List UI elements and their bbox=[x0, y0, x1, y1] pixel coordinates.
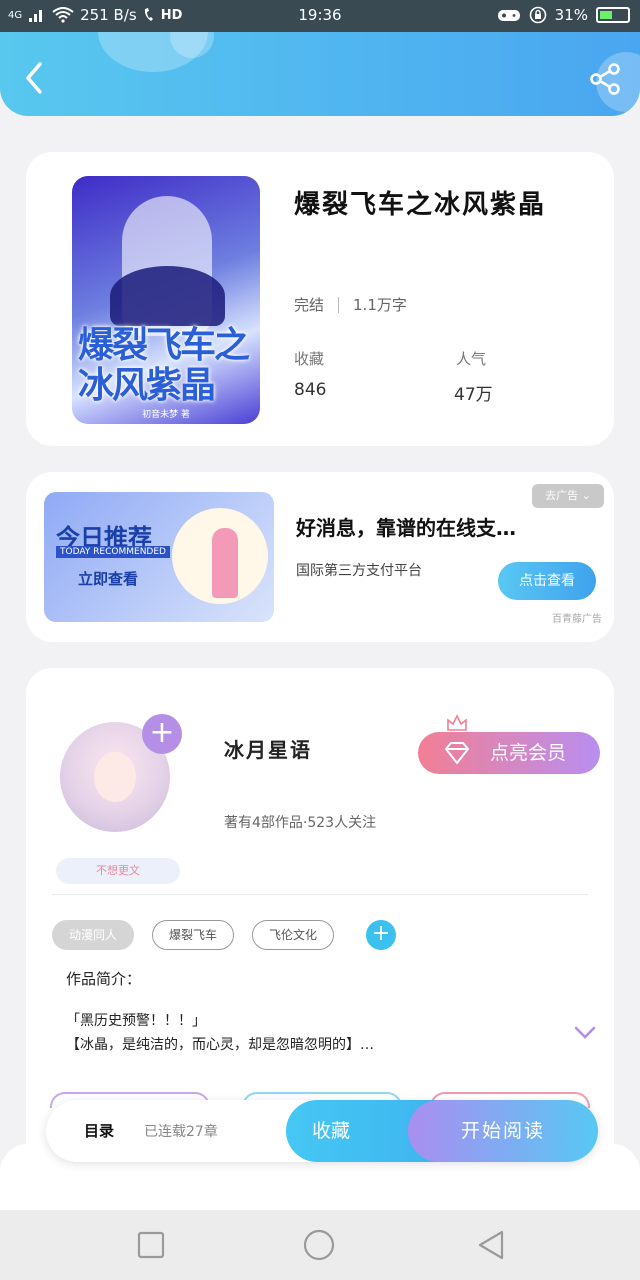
chevron-down-icon: ⌄ bbox=[581, 489, 591, 502]
favorites-label: 收藏 bbox=[294, 350, 325, 368]
cover-author: 初音未梦 著 bbox=[142, 410, 190, 420]
intro-text: 「黑历史预警！！！」 bbox=[66, 1013, 206, 1029]
battery-percent: 31% bbox=[554, 6, 588, 24]
vip-button-label: 点亮会员 bbox=[490, 742, 567, 764]
triangle-back-icon[interactable] bbox=[474, 1228, 508, 1262]
ad-view-button[interactable]: 点击查看 bbox=[498, 562, 596, 600]
vip-button[interactable]: 点亮会员 bbox=[418, 732, 600, 774]
circle-icon[interactable] bbox=[302, 1228, 336, 1262]
tag-list: 动漫同人 爆裂飞车 飞伦文化 + bbox=[52, 920, 397, 950]
word-count: 1.1万字 bbox=[353, 296, 407, 314]
intro-text: 【冰晶，是纯洁的，而心灵，却是忽暗忽明的】… bbox=[66, 1037, 374, 1053]
popularity-value: 47万 bbox=[454, 385, 493, 405]
avatar-face bbox=[94, 752, 136, 802]
toc-button[interactable]: 目录 bbox=[84, 1120, 114, 1141]
intro-label: 作品简介： bbox=[66, 970, 142, 988]
chevron-left-icon[interactable] bbox=[18, 60, 54, 96]
divider bbox=[52, 894, 588, 895]
book-status: 完结 bbox=[294, 296, 325, 314]
author-stats: 著有4部作品·523人关注 bbox=[224, 815, 377, 831]
ad-image-cta: 立即查看 bbox=[78, 570, 139, 588]
tag-item[interactable]: 动漫同人 bbox=[52, 920, 135, 950]
ad-image-figure bbox=[212, 528, 238, 598]
add-tag-button[interactable]: + bbox=[366, 920, 397, 950]
gamepad-icon bbox=[497, 10, 520, 21]
remove-ad-label: 去广告 bbox=[545, 489, 579, 502]
divider bbox=[338, 296, 340, 313]
chapter-count: 已连载27章 bbox=[144, 1124, 218, 1140]
ad-source: 百青藤广告 bbox=[552, 614, 602, 625]
tag-item[interactable]: 飞伦文化 bbox=[252, 920, 335, 950]
ad-image[interactable]: 今日推荐 TODAY RECOMMENDED 立即查看 bbox=[44, 492, 274, 622]
lock-rotation-icon bbox=[529, 6, 546, 24]
chevron-down-icon[interactable] bbox=[574, 1026, 596, 1040]
share-icon[interactable] bbox=[588, 62, 622, 96]
crown-icon bbox=[447, 714, 467, 731]
cover-dress bbox=[110, 266, 225, 326]
diamond-icon bbox=[445, 742, 469, 764]
bottom-action-bar: 目录 已连载27章 收藏 开始阅读 bbox=[46, 1100, 598, 1162]
cover-title: 爆裂飞车之冰风紫晶 bbox=[78, 325, 250, 406]
start-reading-button[interactable]: 开始阅读 bbox=[408, 1100, 598, 1162]
tag-item[interactable]: 爆裂飞车 bbox=[152, 920, 235, 950]
top-header bbox=[0, 32, 640, 116]
remove-ad-button[interactable]: 去广告 ⌄ bbox=[532, 484, 604, 508]
ad-card[interactable]: 今日推荐 TODAY RECOMMENDED 立即查看 去广告 ⌄ 好消息，靠谱… bbox=[26, 472, 614, 642]
ad-subtitle: 国际第三方支付平台 bbox=[296, 563, 422, 579]
book-info-card: 爆裂飞车之冰风紫晶 初音未梦 著 爆裂飞车之冰风紫晶 完结 1.1万字 收藏 8… bbox=[26, 152, 614, 446]
book-title: 爆裂飞车之冰风紫晶 bbox=[294, 190, 547, 220]
square-icon[interactable] bbox=[134, 1228, 168, 1262]
favorites-value: 846 bbox=[294, 380, 327, 400]
popularity-label: 人气 bbox=[456, 350, 487, 368]
ad-title: 好消息，靠谱的在线支… bbox=[296, 516, 516, 540]
battery-icon bbox=[596, 7, 630, 23]
system-nav-bar bbox=[0, 1210, 640, 1280]
book-cover[interactable]: 爆裂飞车之冰风紫晶 初音未梦 著 bbox=[72, 176, 260, 424]
follow-author-button[interactable]: + bbox=[142, 714, 182, 754]
ad-image-subtitle: TODAY RECOMMENDED bbox=[56, 546, 170, 558]
plus-icon: + bbox=[149, 715, 175, 750]
author-name: 冰月星语 bbox=[224, 738, 312, 762]
author-status-badge: 不想更文 bbox=[56, 858, 180, 884]
book-status-row: 完结 1.1万字 bbox=[294, 294, 407, 315]
status-bar: 4G 251 B/s HD 19:36 31% bbox=[0, 0, 640, 32]
plus-icon: + bbox=[371, 921, 391, 946]
